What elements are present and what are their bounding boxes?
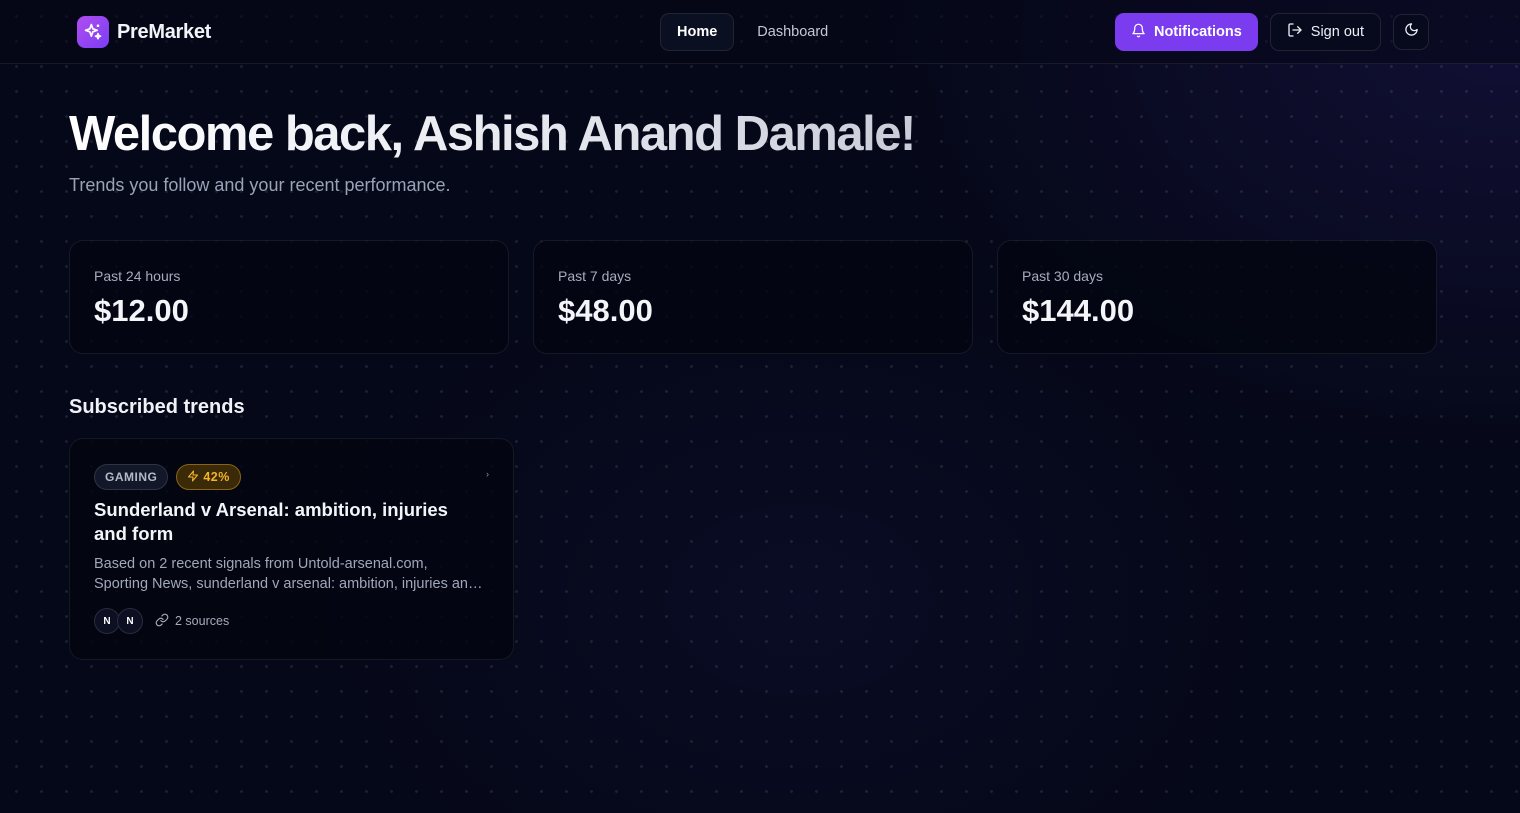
- stat-label: Past 7 days: [558, 268, 632, 284]
- theme-toggle-button[interactable]: [1393, 14, 1429, 50]
- nav-dashboard[interactable]: Dashboard: [740, 13, 845, 51]
- score-badge: 42%: [176, 464, 241, 490]
- stat-label: Past 24 hours: [94, 268, 181, 284]
- zap-icon: [187, 469, 199, 485]
- trend-description: Based on 2 recent signals from Untold-ar…: [94, 556, 477, 592]
- trend-footer: N N 2 sources: [94, 608, 229, 634]
- stat-card-30d: Past 30 days $144.00: [997, 240, 1437, 354]
- header-actions: Notifications Sign out: [1114, 13, 1429, 51]
- sources-count: 2 sources: [175, 614, 230, 628]
- brand-name: PreMarket: [117, 20, 212, 43]
- arrow-right-icon: ›: [486, 469, 489, 479]
- sign-out-button[interactable]: Sign out: [1269, 13, 1381, 51]
- trend-title: Sunderland v Arsenal: ambition, injuries…: [94, 499, 448, 544]
- notifications-label: Notifications: [1153, 24, 1242, 40]
- stat-label: Past 30 days: [1022, 268, 1103, 284]
- link-icon: [155, 613, 169, 630]
- trend-tags: GAMING 42%: [94, 464, 241, 490]
- log-out-icon: [1287, 22, 1303, 42]
- sign-out-label: Sign out: [1310, 24, 1364, 40]
- category-badge: GAMING: [94, 464, 169, 490]
- stat-value: $48.00: [558, 293, 653, 328]
- section-title: Subscribed trends: [69, 396, 245, 418]
- stat-card-7d: Past 7 days $48.00: [533, 240, 973, 354]
- top-navbar: PreMarket Home Dashboard Notifications S…: [0, 0, 1520, 64]
- page-title: Welcome back, Ashish Anand Damale!: [69, 107, 916, 161]
- stat-value: $12.00: [94, 293, 189, 328]
- main-nav: Home Dashboard: [660, 13, 845, 51]
- moon-icon: [1404, 22, 1419, 42]
- nav-home[interactable]: Home: [660, 13, 735, 51]
- trend-card[interactable]: GAMING 42% › Sunderland v Arsenal: ambit…: [69, 438, 514, 660]
- score-value: 42%: [203, 470, 230, 484]
- sources-link[interactable]: 2 sources: [155, 613, 229, 630]
- sparkles-icon: [77, 16, 109, 48]
- notifications-button[interactable]: Notifications: [1114, 13, 1258, 51]
- source-avatar: N: [117, 608, 143, 634]
- stat-value: $144.00: [1022, 293, 1135, 328]
- brand[interactable]: PreMarket: [77, 16, 211, 48]
- page-subtitle: Trends you follow and your recent perfor…: [69, 175, 451, 195]
- bell-icon: [1131, 23, 1146, 42]
- stat-card-24h: Past 24 hours $12.00: [69, 240, 509, 354]
